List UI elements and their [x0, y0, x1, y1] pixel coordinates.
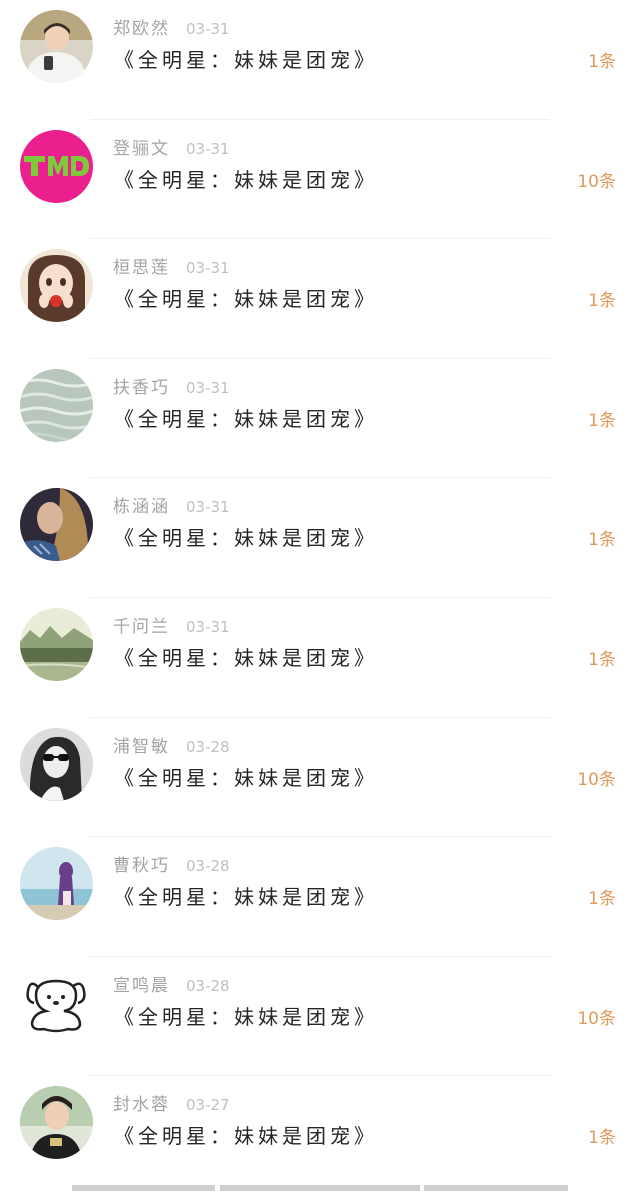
river-landscape-avatar-icon [20, 607, 93, 681]
user-name[interactable]: 宣鸣晨 [113, 976, 170, 996]
avatar[interactable] [20, 488, 93, 562]
item-meta: 千问兰 03-31 [113, 615, 230, 639]
item-date: 03-31 [186, 20, 230, 38]
list-item[interactable]: 郑欧然 03-31 《全明星：妹妹是团宠》 1条 [0, 0, 640, 120]
item-meta: 宣鸣晨 03-28 [113, 974, 230, 998]
list-item[interactable]: 曹秋巧 03-28 《全明星：妹妹是团宠》 1条 [0, 837, 640, 957]
item-title[interactable]: 《全明星：妹妹是团宠》 [114, 1002, 378, 1032]
avatar[interactable] [20, 847, 93, 921]
item-date: 03-31 [186, 139, 230, 158]
item-meta: 栋涵涵 03-31 [113, 495, 230, 519]
item-count[interactable]: 1条 [588, 1126, 616, 1150]
item-title[interactable]: 《全明星：妹妹是团宠》 [114, 523, 378, 553]
item-date: 03-31 [186, 617, 230, 636]
tmd-logo-avatar-icon [20, 129, 93, 203]
seaside-girl-avatar-icon [20, 847, 93, 921]
item-count[interactable]: 1条 [588, 289, 616, 313]
list-item[interactable]: 浦智敏 03-28 《全明星：妹妹是团宠》 10条 [0, 718, 640, 838]
user-name[interactable]: 扶香巧 [113, 378, 170, 398]
bottom-bar-segment[interactable] [72, 1185, 215, 1191]
item-count[interactable]: 10条 [577, 1007, 616, 1031]
item-meta: 封水蓉 03-27 [113, 1093, 230, 1117]
list-item[interactable]: 扶香巧 03-31 《全明星：妹妹是团宠》 1条 [0, 359, 640, 479]
comment-list: 郑欧然 03-31 《全明星：妹妹是团宠》 1条 登骊文 03-31 《全明星：妹妹… [0, 0, 640, 1196]
item-count[interactable]: 1条 [588, 887, 616, 911]
item-count[interactable]: 1条 [588, 409, 616, 433]
avatar[interactable] [20, 10, 93, 83]
user-name[interactable]: 千问兰 [113, 617, 170, 637]
bottom-bar [72, 1185, 568, 1191]
item-date: 03-31 [186, 498, 230, 517]
user-name[interactable]: 浦智敏 [113, 737, 170, 757]
user-name[interactable]: 封水蓉 [113, 1095, 170, 1115]
item-title[interactable]: 《全明星：妹妹是团宠》 [114, 45, 378, 75]
item-date: 03-28 [186, 737, 230, 756]
user-name[interactable]: 栋涵涵 [113, 497, 170, 517]
item-meta: 曹秋巧 03-28 [113, 854, 230, 878]
item-title[interactable]: 《全明星：妹妹是团宠》 [114, 165, 378, 195]
item-count[interactable]: 1条 [588, 528, 616, 552]
avatar[interactable] [20, 249, 93, 323]
item-date: 03-31 [186, 259, 230, 278]
avatar[interactable] [20, 1086, 93, 1160]
list-item[interactable]: 登骊文 03-31 《全明星：妹妹是团宠》 10条 [0, 120, 640, 240]
bottom-bar-segment[interactable] [424, 1185, 568, 1191]
anime-girl-avatar-icon [20, 249, 93, 323]
avatar[interactable] [20, 727, 93, 801]
item-meta: 登骊文 03-31 [113, 137, 230, 161]
item-title[interactable]: 《全明星：妹妹是团宠》 [114, 284, 378, 314]
user-name[interactable]: 登骊文 [113, 139, 170, 159]
avatar[interactable] [20, 607, 93, 681]
list-item[interactable]: 千问兰 03-31 《全明星：妹妹是团宠》 1条 [0, 598, 640, 718]
item-date: 03-28 [186, 976, 230, 995]
item-count[interactable]: 10条 [577, 170, 616, 194]
item-count[interactable]: 1条 [588, 50, 616, 74]
list-item[interactable]: 桓思莲 03-31 《全明星：妹妹是团宠》 1条 [0, 239, 640, 359]
boy-with-phone-avatar-icon [20, 10, 93, 83]
item-title[interactable]: 《全明星：妹妹是团宠》 [114, 1121, 378, 1151]
user-name[interactable]: 郑欧然 [113, 19, 170, 39]
item-meta: 浦智敏 03-28 [113, 735, 230, 759]
avatar[interactable] [20, 368, 93, 442]
list-item[interactable]: 栋涵涵 03-31 《全明星：妹妹是团宠》 1条 [0, 478, 640, 598]
item-date: 03-27 [186, 1096, 230, 1115]
item-date: 03-28 [186, 857, 230, 876]
sunglasses-woman-avatar-icon [20, 727, 93, 801]
avatar[interactable] [20, 129, 93, 203]
list-item[interactable]: 宣鸣晨 03-28 《全明星：妹妹是团宠》 10条 [0, 957, 640, 1077]
cartoon-dog-avatar-icon [20, 966, 93, 1040]
user-name[interactable]: 桓思莲 [113, 258, 170, 278]
water-ripple-avatar-icon [20, 368, 93, 442]
item-title[interactable]: 《全明星：妹妹是团宠》 [114, 882, 378, 912]
item-meta: 桓思莲 03-31 [113, 256, 230, 280]
item-title[interactable]: 《全明星：妹妹是团宠》 [114, 763, 378, 793]
item-title[interactable]: 《全明星：妹妹是团宠》 [114, 643, 378, 673]
item-meta: 扶香巧 03-31 [113, 376, 230, 400]
woman-hair-avatar-icon [20, 488, 93, 562]
item-title[interactable]: 《全明星：妹妹是团宠》 [114, 404, 378, 434]
user-name[interactable]: 曹秋巧 [113, 856, 170, 876]
boy-portrait-avatar-icon [20, 1086, 93, 1160]
item-date: 03-31 [186, 378, 230, 397]
item-count[interactable]: 10条 [577, 768, 616, 792]
bottom-bar-segment[interactable] [220, 1185, 420, 1191]
item-count[interactable]: 1条 [588, 648, 616, 672]
item-meta: 郑欧然 03-31 [113, 17, 230, 41]
avatar[interactable] [20, 966, 93, 1040]
list-item[interactable]: 封水蓉 03-27 《全明星：妹妹是团宠》 1条 [0, 1076, 640, 1196]
